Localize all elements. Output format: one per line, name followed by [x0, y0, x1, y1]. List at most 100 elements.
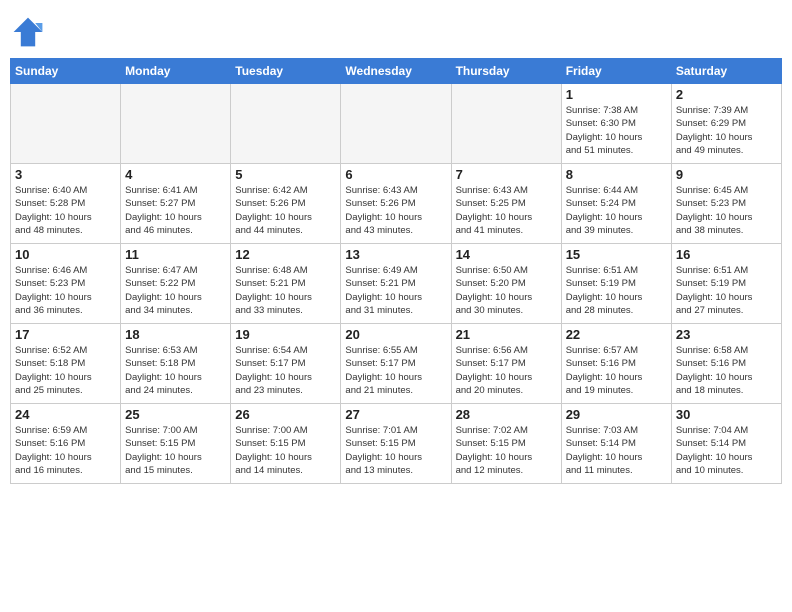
- day-info: Sunrise: 7:02 AM Sunset: 5:15 PM Dayligh…: [456, 424, 557, 477]
- day-number: 8: [566, 167, 667, 182]
- day-info: Sunrise: 7:39 AM Sunset: 6:29 PM Dayligh…: [676, 104, 777, 157]
- day-info: Sunrise: 6:45 AM Sunset: 5:23 PM Dayligh…: [676, 184, 777, 237]
- day-info: Sunrise: 7:00 AM Sunset: 5:15 PM Dayligh…: [125, 424, 226, 477]
- day-cell: 18 Sunrise: 6:53 AM Sunset: 5:18 PM Dayli…: [121, 324, 231, 404]
- day-info: Sunrise: 6:57 AM Sunset: 5:16 PM Dayligh…: [566, 344, 667, 397]
- day-cell: 27 Sunrise: 7:01 AM Sunset: 5:15 PM Dayli…: [341, 404, 451, 484]
- weekday-header-saturday: Saturday: [671, 59, 781, 84]
- day-number: 25: [125, 407, 226, 422]
- day-cell: 12 Sunrise: 6:48 AM Sunset: 5:21 PM Dayli…: [231, 244, 341, 324]
- day-number: 5: [235, 167, 336, 182]
- day-cell: 24Sunrise: 6:59 AM Sunset: 5:16 PM Dayli…: [11, 404, 121, 484]
- day-number: 23: [676, 327, 777, 342]
- day-info: Sunrise: 6:51 AM Sunset: 5:19 PM Dayligh…: [676, 264, 777, 317]
- page-header: [10, 10, 782, 50]
- day-info: Sunrise: 6:43 AM Sunset: 5:26 PM Dayligh…: [345, 184, 446, 237]
- day-cell: 26 Sunrise: 7:00 AM Sunset: 5:15 PM Dayli…: [231, 404, 341, 484]
- day-number: 6: [345, 167, 446, 182]
- day-cell: 16 Sunrise: 6:51 AM Sunset: 5:19 PM Dayli…: [671, 244, 781, 324]
- day-info: Sunrise: 7:00 AM Sunset: 5:15 PM Dayligh…: [235, 424, 336, 477]
- weekday-header-friday: Friday: [561, 59, 671, 84]
- day-info: Sunrise: 7:01 AM Sunset: 5:15 PM Dayligh…: [345, 424, 446, 477]
- calendar-body: 1 Sunrise: 7:38 AM Sunset: 6:30 PM Daylig…: [11, 84, 782, 484]
- day-number: 22: [566, 327, 667, 342]
- day-number: 24: [15, 407, 116, 422]
- day-info: Sunrise: 6:52 AM Sunset: 5:18 PM Dayligh…: [15, 344, 116, 397]
- day-cell: [341, 84, 451, 164]
- day-cell: 25 Sunrise: 7:00 AM Sunset: 5:15 PM Dayli…: [121, 404, 231, 484]
- day-cell: 19Sunrise: 6:54 AM Sunset: 5:17 PM Dayli…: [231, 324, 341, 404]
- day-number: 2: [676, 87, 777, 102]
- day-cell: 15 Sunrise: 6:51 AM Sunset: 5:19 PM Dayli…: [561, 244, 671, 324]
- day-cell: 29 Sunrise: 7:03 AM Sunset: 5:14 PM Dayli…: [561, 404, 671, 484]
- day-cell: 2 Sunrise: 7:39 AM Sunset: 6:29 PM Daylig…: [671, 84, 781, 164]
- weekday-header-sunday: Sunday: [11, 59, 121, 84]
- day-cell: 8 Sunrise: 6:44 AM Sunset: 5:24 PM Daylig…: [561, 164, 671, 244]
- day-number: 18: [125, 327, 226, 342]
- day-info: Sunrise: 6:55 AM Sunset: 5:17 PM Dayligh…: [345, 344, 446, 397]
- weekday-header-monday: Monday: [121, 59, 231, 84]
- weekday-header-wednesday: Wednesday: [341, 59, 451, 84]
- day-number: 14: [456, 247, 557, 262]
- day-info: Sunrise: 6:53 AM Sunset: 5:18 PM Dayligh…: [125, 344, 226, 397]
- day-info: Sunrise: 6:58 AM Sunset: 5:16 PM Dayligh…: [676, 344, 777, 397]
- day-cell: 14 Sunrise: 6:50 AM Sunset: 5:20 PM Dayli…: [451, 244, 561, 324]
- day-info: Sunrise: 6:46 AM Sunset: 5:23 PM Dayligh…: [15, 264, 116, 317]
- day-cell: 28 Sunrise: 7:02 AM Sunset: 5:15 PM Dayli…: [451, 404, 561, 484]
- day-info: Sunrise: 6:48 AM Sunset: 5:21 PM Dayligh…: [235, 264, 336, 317]
- day-cell: 9Sunrise: 6:45 AM Sunset: 5:23 PM Daylig…: [671, 164, 781, 244]
- day-cell: 4 Sunrise: 6:41 AM Sunset: 5:27 PM Daylig…: [121, 164, 231, 244]
- day-info: Sunrise: 7:04 AM Sunset: 5:14 PM Dayligh…: [676, 424, 777, 477]
- day-number: 4: [125, 167, 226, 182]
- day-cell: 3 Sunrise: 6:40 AM Sunset: 5:28 PM Daylig…: [11, 164, 121, 244]
- day-number: 26: [235, 407, 336, 422]
- day-cell: 6 Sunrise: 6:43 AM Sunset: 5:26 PM Daylig…: [341, 164, 451, 244]
- day-number: 16: [676, 247, 777, 262]
- day-number: 11: [125, 247, 226, 262]
- day-cell: [451, 84, 561, 164]
- day-cell: [11, 84, 121, 164]
- week-row-1: 1 Sunrise: 7:38 AM Sunset: 6:30 PM Daylig…: [11, 84, 782, 164]
- day-cell: 20 Sunrise: 6:55 AM Sunset: 5:17 PM Dayli…: [341, 324, 451, 404]
- calendar-table: SundayMondayTuesdayWednesdayThursdayFrid…: [10, 58, 782, 484]
- calendar-header: SundayMondayTuesdayWednesdayThursdayFrid…: [11, 59, 782, 84]
- day-cell: 23 Sunrise: 6:58 AM Sunset: 5:16 PM Dayli…: [671, 324, 781, 404]
- day-info: Sunrise: 6:51 AM Sunset: 5:19 PM Dayligh…: [566, 264, 667, 317]
- day-number: 30: [676, 407, 777, 422]
- logo: [10, 14, 50, 50]
- day-number: 1: [566, 87, 667, 102]
- day-number: 28: [456, 407, 557, 422]
- day-number: 3: [15, 167, 116, 182]
- day-cell: [231, 84, 341, 164]
- day-number: 15: [566, 247, 667, 262]
- day-number: 19: [235, 327, 336, 342]
- day-cell: 11 Sunrise: 6:47 AM Sunset: 5:22 PM Dayli…: [121, 244, 231, 324]
- day-info: Sunrise: 6:41 AM Sunset: 5:27 PM Dayligh…: [125, 184, 226, 237]
- day-cell: 21 Sunrise: 6:56 AM Sunset: 5:17 PM Dayli…: [451, 324, 561, 404]
- day-cell: 17Sunrise: 6:52 AM Sunset: 5:18 PM Dayli…: [11, 324, 121, 404]
- day-number: 20: [345, 327, 446, 342]
- day-info: Sunrise: 7:03 AM Sunset: 5:14 PM Dayligh…: [566, 424, 667, 477]
- week-row-3: 10 Sunrise: 6:46 AM Sunset: 5:23 PM Dayli…: [11, 244, 782, 324]
- day-cell: 7 Sunrise: 6:43 AM Sunset: 5:25 PM Daylig…: [451, 164, 561, 244]
- day-number: 12: [235, 247, 336, 262]
- day-number: 21: [456, 327, 557, 342]
- day-cell: 30 Sunrise: 7:04 AM Sunset: 5:14 PM Dayli…: [671, 404, 781, 484]
- week-row-4: 17Sunrise: 6:52 AM Sunset: 5:18 PM Dayli…: [11, 324, 782, 404]
- day-info: Sunrise: 6:43 AM Sunset: 5:25 PM Dayligh…: [456, 184, 557, 237]
- day-number: 29: [566, 407, 667, 422]
- day-info: Sunrise: 6:50 AM Sunset: 5:20 PM Dayligh…: [456, 264, 557, 317]
- day-info: Sunrise: 6:56 AM Sunset: 5:17 PM Dayligh…: [456, 344, 557, 397]
- day-cell: 22 Sunrise: 6:57 AM Sunset: 5:16 PM Dayli…: [561, 324, 671, 404]
- day-number: 27: [345, 407, 446, 422]
- day-number: 7: [456, 167, 557, 182]
- day-info: Sunrise: 6:44 AM Sunset: 5:24 PM Dayligh…: [566, 184, 667, 237]
- week-row-2: 3 Sunrise: 6:40 AM Sunset: 5:28 PM Daylig…: [11, 164, 782, 244]
- day-number: 10: [15, 247, 116, 262]
- week-row-5: 24Sunrise: 6:59 AM Sunset: 5:16 PM Dayli…: [11, 404, 782, 484]
- day-info: Sunrise: 6:47 AM Sunset: 5:22 PM Dayligh…: [125, 264, 226, 317]
- logo-icon: [10, 14, 46, 50]
- day-cell: 5Sunrise: 6:42 AM Sunset: 5:26 PM Daylig…: [231, 164, 341, 244]
- day-info: Sunrise: 7:38 AM Sunset: 6:30 PM Dayligh…: [566, 104, 667, 157]
- day-info: Sunrise: 6:40 AM Sunset: 5:28 PM Dayligh…: [15, 184, 116, 237]
